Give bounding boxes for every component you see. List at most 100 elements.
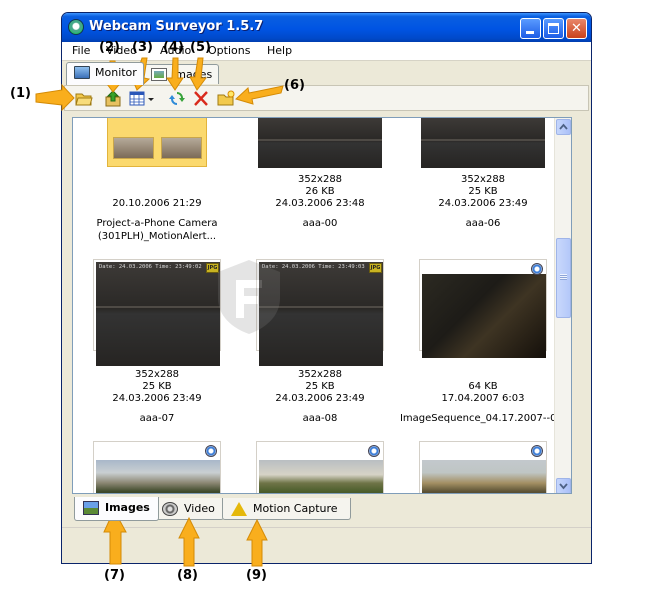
tab-images[interactable]: Images — [143, 64, 220, 84]
thumbnail-filesize: 26 KB — [305, 186, 335, 197]
selected-thumbnail — [107, 118, 207, 167]
scrollbar-thumb[interactable] — [556, 238, 571, 318]
callout-3: (3) — [132, 40, 153, 55]
window-title: Webcam Surveyor 1.5.7 — [89, 19, 264, 34]
tab-images-bottom-label: Images — [105, 501, 150, 514]
watermark — [214, 258, 424, 338]
thumbnail-dimensions: 352x288 — [297, 174, 343, 185]
thumbnail-image — [259, 460, 383, 493]
thumbnail-filesize: 64 KB — [468, 381, 498, 392]
chevron-up-icon — [559, 123, 568, 130]
thumbnail-image: Date: 24.03.2006 Time: 23:49:02 JPG — [96, 262, 220, 366]
thumbnail-image — [422, 460, 546, 493]
shield-icon — [218, 260, 280, 334]
thumbnail-caption: aaa-00 — [302, 218, 338, 229]
video-tab-icon — [162, 502, 178, 516]
vertical-scrollbar[interactable] — [554, 118, 571, 493]
webcam-source-icon — [531, 263, 543, 275]
thumbnail-date: 17.04.2007 6:03 — [441, 393, 525, 404]
thumbnail-frame: Date: 24.03.2006 Time: 23:49:02 JPG — [93, 259, 221, 366]
images-tab-icon — [83, 501, 99, 515]
close-icon: ✕ — [571, 21, 582, 36]
callout-2: (2) — [99, 40, 120, 55]
thumbnail-filesize: 25 KB — [468, 186, 498, 197]
export-icon — [105, 90, 121, 107]
thumbnail-filesize: 25 KB — [305, 381, 335, 392]
monitor-icon — [74, 66, 90, 79]
view-mode-dropdown[interactable] — [147, 90, 155, 107]
new-folder-icon — [217, 90, 235, 106]
thumbnail-date: 24.03.2006 23:49 — [275, 393, 365, 404]
callout-1: (1) — [10, 86, 31, 101]
thumbnail-caption: Project-a-Phone Camera — [96, 218, 218, 229]
delete-button[interactable] — [192, 90, 210, 107]
open-folder-icon — [75, 93, 93, 106]
thumbnail-date: 24.03.2006 23:49 — [438, 198, 528, 209]
maximize-icon — [548, 23, 559, 34]
view-tabs: Monitor Images — [62, 61, 591, 85]
webcam-source-icon — [205, 445, 217, 457]
thumbnail-image — [421, 118, 545, 168]
tab-monitor[interactable]: Monitor — [66, 62, 144, 85]
title-bar[interactable]: Webcam Surveyor 1.5.7 ✕ — [62, 13, 591, 42]
images-icon — [151, 68, 167, 81]
thumbnail-date: 24.03.2006 23:49 — [112, 393, 202, 404]
thumbnail-dimensions: 352x288 — [297, 369, 343, 380]
thumbnail-caption: aaa-06 — [465, 218, 501, 229]
minimize-icon — [526, 31, 534, 34]
webcam-source-icon — [531, 445, 543, 457]
callout-5: (5) — [190, 40, 211, 55]
scroll-down-button[interactable] — [556, 478, 571, 493]
thumbnail-frame — [93, 441, 221, 493]
thumbnail-image — [96, 460, 220, 493]
minimize-button[interactable] — [520, 18, 541, 39]
close-button[interactable]: ✕ — [566, 18, 587, 39]
thumbnail-image — [258, 118, 382, 168]
thumbnail-image — [422, 274, 546, 358]
maximize-button[interactable] — [543, 18, 564, 39]
scroll-up-button[interactable] — [556, 119, 571, 135]
view-mode-button[interactable] — [129, 90, 147, 107]
new-folder-button[interactable] — [217, 90, 235, 107]
thumbnail-caption: ImageSequence_04.17.2007--0... — [399, 413, 566, 424]
menu-help[interactable]: Help — [267, 44, 292, 57]
chevron-down-icon — [148, 98, 154, 101]
webcam-source-icon — [368, 445, 380, 457]
menu-options[interactable]: Options — [208, 44, 250, 57]
thumbnail-frame — [256, 441, 384, 493]
preview-frame — [161, 137, 202, 159]
tab-video[interactable]: Video — [153, 498, 224, 520]
refresh-button[interactable] — [168, 90, 186, 107]
thumbnail-filesize: 25 KB — [142, 381, 172, 392]
tab-monitor-label: Monitor — [95, 66, 137, 79]
tab-video-label: Video — [184, 502, 215, 515]
thumbnail-dimensions: 352x288 — [134, 369, 180, 380]
callout-8: (8) — [177, 568, 198, 583]
tab-images-label: Images — [172, 68, 213, 81]
thumbnail-date: 20.10.2006 21:29 — [112, 198, 202, 209]
callout-9: (9) — [246, 568, 267, 583]
thumbnail-caption: aaa-08 — [302, 413, 338, 424]
motion-capture-icon — [231, 502, 247, 516]
callout-7: (7) — [104, 568, 125, 583]
callout-4: (4) — [163, 40, 184, 55]
open-folder-button[interactable] — [75, 90, 93, 107]
export-button[interactable] — [104, 90, 122, 107]
thumbnail-caption: (301PLH)_MotionAlert... — [97, 231, 217, 242]
webcam-app-icon — [68, 19, 84, 35]
thumbnail-caption: aaa-07 — [139, 413, 175, 424]
bottom-tabs: Images Video Motion Capture — [72, 497, 572, 523]
tab-motion-capture-label: Motion Capture — [253, 502, 338, 515]
thumbnail-dimensions: 352x288 — [460, 174, 506, 185]
refresh-icon — [169, 92, 185, 105]
toolbar — [64, 85, 589, 111]
status-area — [62, 527, 591, 563]
tab-images-bottom[interactable]: Images — [74, 497, 159, 521]
timestamp-overlay: Date: 24.03.2006 Time: 23:49:02 — [99, 264, 202, 270]
chevron-down-icon — [559, 483, 568, 490]
grid-view-icon — [129, 91, 145, 106]
thumbnail-frame — [419, 259, 547, 358]
delete-icon — [194, 91, 208, 106]
tab-motion-capture[interactable]: Motion Capture — [222, 498, 351, 520]
menu-file[interactable]: File — [72, 44, 90, 57]
